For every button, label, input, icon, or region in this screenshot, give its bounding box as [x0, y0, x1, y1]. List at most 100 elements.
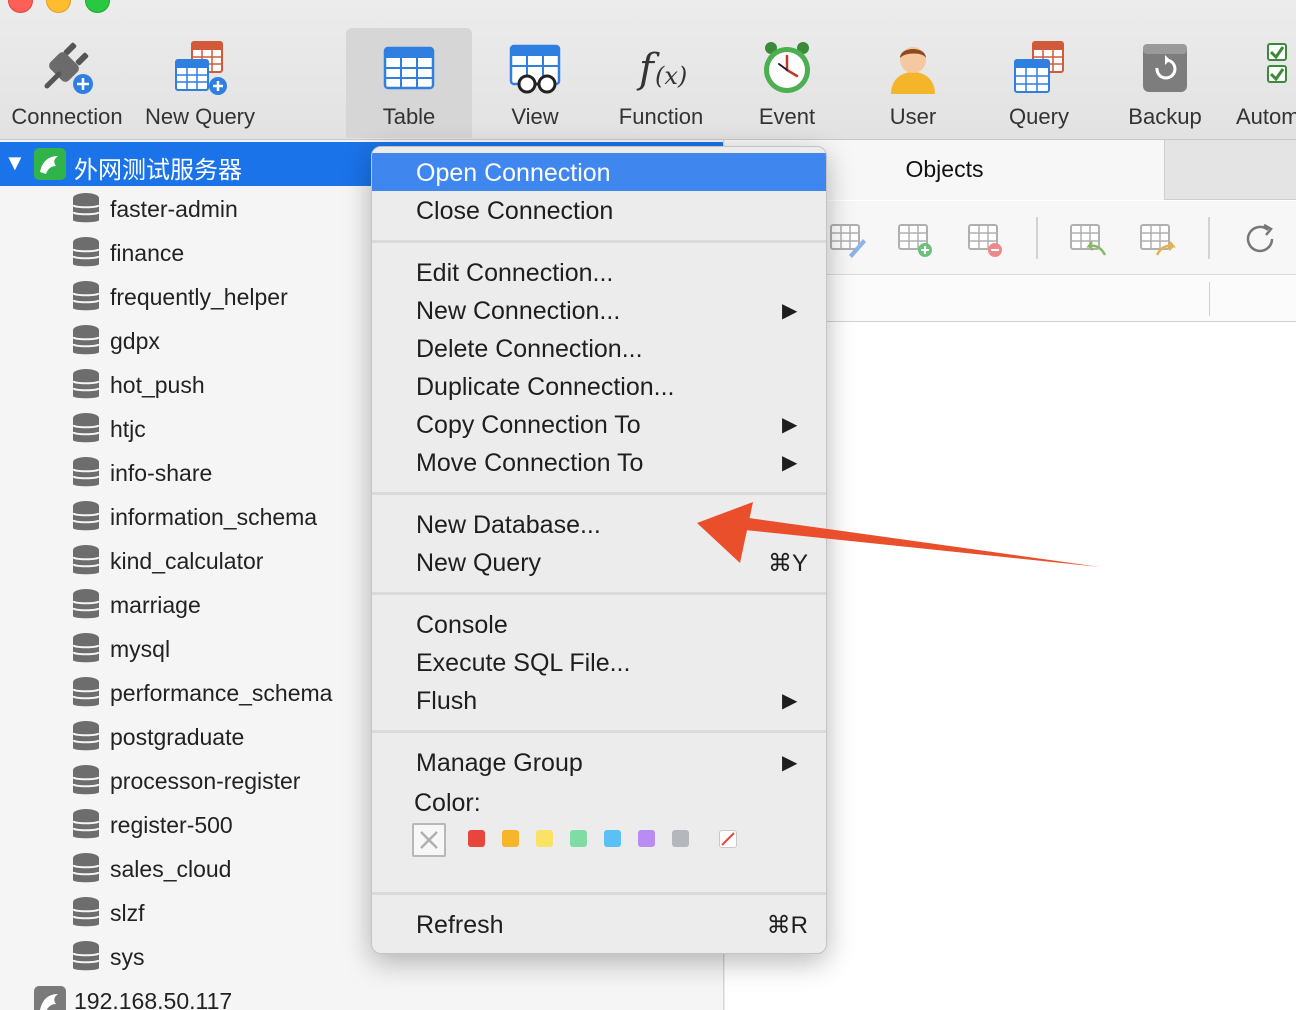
menu-separator: [372, 892, 826, 895]
toolbar-user-button[interactable]: User: [850, 28, 976, 138]
database-name: marriage: [110, 592, 201, 618]
database-icon: [72, 500, 100, 534]
toolbar-function-button[interactable]: f (x) Function: [598, 28, 724, 138]
custom-color-icon: [721, 832, 735, 846]
window-minimize-button[interactable]: [46, 0, 71, 13]
color-swatch-none[interactable]: [412, 823, 446, 857]
color-swatch-orange[interactable]: [502, 830, 519, 847]
menu-duplicate-connection[interactable]: Duplicate Connection...: [372, 367, 826, 405]
delete-table-icon[interactable]: [965, 219, 1005, 259]
color-swatch-custom[interactable]: [719, 830, 737, 848]
menu-delete-connection[interactable]: Delete Connection...: [372, 329, 826, 367]
menu-item-label: Refresh: [416, 911, 504, 939]
export-wizard-icon[interactable]: [1137, 219, 1177, 259]
toolbar-automation-label: Autom: [1236, 104, 1296, 129]
database-icon: [72, 632, 100, 666]
database-name: frequently_helper: [110, 284, 288, 310]
toolbar-connection-label: Connection: [11, 104, 123, 129]
query-icon: [1014, 41, 1064, 93]
toolbar-backup-label: Backup: [1128, 104, 1202, 129]
table-icon: [383, 46, 435, 90]
menu-console[interactable]: Console: [372, 605, 826, 643]
color-swatch-blue[interactable]: [604, 830, 621, 847]
database-icon: [72, 368, 100, 402]
menu-item-label: New Database...: [416, 511, 601, 539]
color-swatch-gray[interactable]: [672, 830, 689, 847]
submenu-arrow-icon: ▶: [782, 414, 798, 436]
database-name: sys: [110, 944, 145, 970]
toolbar-connection-button[interactable]: Connection: [4, 28, 130, 138]
design-table-icon[interactable]: [827, 219, 867, 259]
toolbar-table-button[interactable]: Table: [346, 28, 472, 138]
menu-item-label: Delete Connection...: [416, 335, 643, 363]
menu-item-label: Manage Group: [416, 749, 583, 777]
menu-execute-sql-file[interactable]: Execute SQL File...: [372, 643, 826, 681]
menu-item-label: New Query: [416, 549, 542, 577]
toolbar-user-label: User: [889, 104, 937, 129]
shortcut-label: ⌘Y: [767, 550, 808, 577]
toolbar-divider: [1036, 217, 1038, 259]
menu-item-label: Open Connection: [416, 159, 611, 187]
database-icon: [72, 412, 100, 446]
color-swatch-purple[interactable]: [638, 830, 655, 847]
menu-new-connection[interactable]: New Connection... ▶: [372, 291, 826, 329]
menu-item-label: New Connection...: [416, 297, 621, 325]
connection-name: 192.168.50.117: [74, 988, 233, 1010]
menu-new-query[interactable]: New Query ⌘Y: [372, 543, 826, 581]
import-wizard-icon[interactable]: [1067, 219, 1107, 259]
toolbar-query-label: Query: [1009, 104, 1069, 129]
menu-move-connection-to[interactable]: Move Connection To ▶: [372, 443, 826, 481]
color-swatch-red[interactable]: [468, 830, 485, 847]
menu-flush[interactable]: Flush ▶: [372, 681, 826, 719]
new-query-icon: [175, 41, 227, 95]
menu-item-label: Copy Connection To: [416, 411, 641, 439]
menu-refresh[interactable]: Refresh ⌘R: [372, 905, 826, 943]
mysql-dolphin-icon: [34, 986, 66, 1010]
menu-new-database[interactable]: New Database...: [372, 505, 826, 543]
database-icon: [72, 808, 100, 842]
window-close-button[interactable]: [8, 0, 33, 13]
database-name: information_schema: [110, 504, 318, 530]
close-icon: [420, 831, 438, 849]
database-name: sales_cloud: [110, 856, 232, 882]
toolbar-new-query-button[interactable]: New Query: [137, 28, 263, 138]
menu-copy-connection-to[interactable]: Copy Connection To ▶: [372, 405, 826, 443]
menu-close-connection[interactable]: Close Connection: [372, 191, 826, 229]
user-icon: [891, 47, 935, 94]
database-name: slzf: [110, 900, 145, 926]
database-icon: [72, 676, 100, 710]
svg-text:(x): (x): [655, 62, 687, 90]
plug-add-icon: [44, 42, 93, 94]
toolbar-automation-button[interactable]: Autom: [1228, 28, 1296, 138]
refresh-icon[interactable]: [1240, 219, 1280, 259]
view-icon: [509, 44, 561, 94]
color-swatch-yellow[interactable]: [536, 830, 553, 847]
submenu-arrow-icon: ▶: [782, 752, 798, 774]
database-icon: [72, 192, 100, 226]
database-name: mysql: [110, 636, 171, 662]
connection-row[interactable]: 192.168.50.117: [0, 982, 723, 1010]
menu-edit-connection[interactable]: Edit Connection...: [372, 253, 826, 291]
new-table-icon[interactable]: [895, 219, 935, 259]
menu-separator: [372, 592, 826, 595]
database-icon: [72, 544, 100, 578]
database-name: register-500: [110, 812, 233, 838]
database-icon: [72, 236, 100, 270]
database-icon: [72, 852, 100, 886]
menu-open-connection[interactable]: Open Connection: [372, 153, 826, 191]
database-name: postgraduate: [110, 724, 245, 750]
menu-manage-group[interactable]: Manage Group ▶: [372, 743, 826, 781]
menu-separator: [372, 730, 826, 733]
menu-item-label: Close Connection: [416, 197, 614, 225]
menu-item-label: Console: [416, 611, 508, 639]
color-swatch-green[interactable]: [570, 830, 587, 847]
database-icon: [72, 940, 100, 974]
database-name: finance: [110, 240, 185, 266]
toolbar-view-button[interactable]: View: [472, 28, 598, 138]
window-zoom-button[interactable]: [85, 0, 110, 13]
disclosure-triangle-icon[interactable]: ▼: [4, 150, 26, 176]
toolbar-query-button[interactable]: Query: [976, 28, 1102, 138]
toolbar-backup-button[interactable]: Backup: [1102, 28, 1228, 138]
menu-item-label: Move Connection To: [416, 449, 644, 477]
toolbar-event-button[interactable]: Event: [724, 28, 850, 138]
